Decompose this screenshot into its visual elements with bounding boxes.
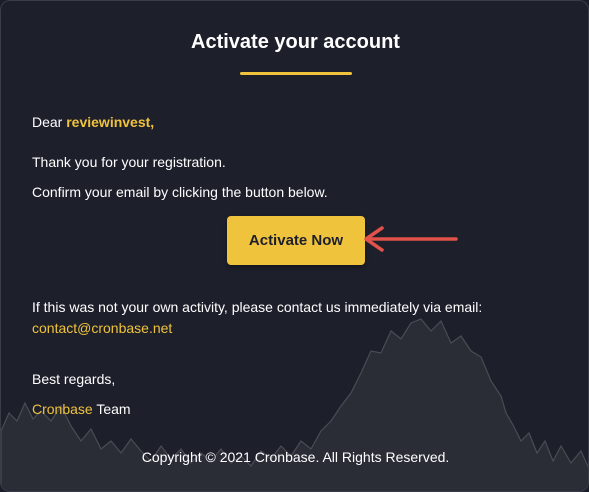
greeting-line: Dear reviewinvest,	[32, 113, 154, 131]
contact-email-link[interactable]: contact@cronbase.net	[32, 319, 172, 337]
closing-text: Best regards,	[32, 371, 116, 387]
title-underline	[240, 72, 352, 75]
copyright-footer: Copyright © 2021 Cronbase. All Rights Re…	[141, 449, 450, 465]
brand-name: Cronbase	[32, 401, 93, 417]
team-suffix: Team	[92, 401, 131, 417]
signature-line: Cronbase Team	[32, 400, 131, 418]
greeting-prefix: Dear	[32, 114, 67, 130]
page-title: Activate your account	[191, 31, 400, 53]
thanks-text: Thank you for your registration.	[32, 154, 226, 170]
username: reviewinvest,	[66, 114, 155, 130]
red-arrow-icon	[364, 226, 458, 252]
activate-now-button[interactable]: Activate Now	[227, 216, 365, 265]
email-container: Activate your account Dear reviewinvest,…	[0, 0, 589, 492]
instruction-text: Confirm your email by clicking the butto…	[32, 184, 328, 200]
warning-text: If this was not your own activity, pleas…	[32, 299, 483, 315]
